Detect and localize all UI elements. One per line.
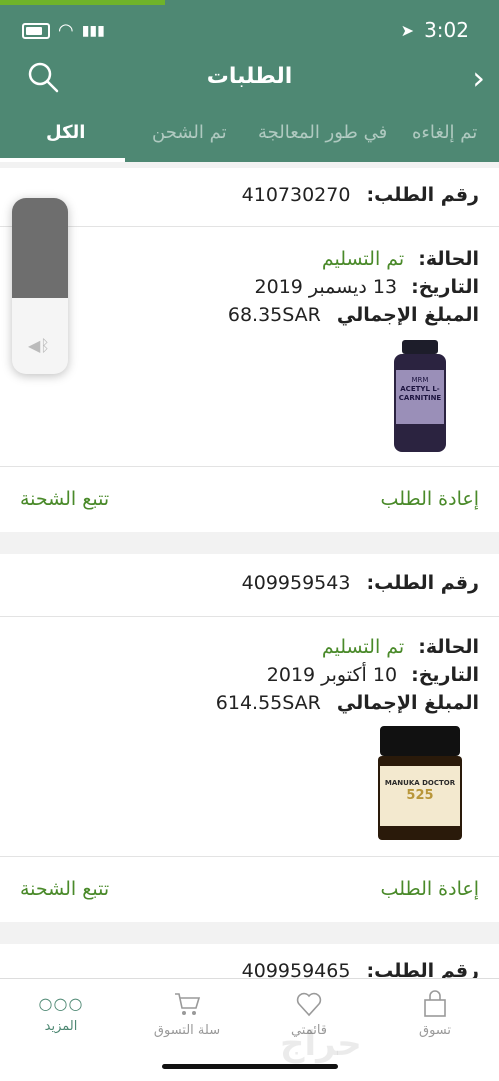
- order-card: رقم الطلب: 409959465: [0, 944, 499, 980]
- speaker-icon: ◀ᛒ: [28, 336, 50, 355]
- order-number-row: رقم الطلب: 409959465: [242, 960, 479, 980]
- reorder-button[interactable]: إعادة الطلب: [381, 488, 479, 510]
- order-status: تم التسليم: [321, 636, 405, 658]
- product-image[interactable]: MRM ACETYL L-CARNITINE: [392, 340, 448, 452]
- divider: [0, 856, 499, 857]
- watermark: حراج: [280, 1024, 362, 1064]
- product-grade: 525: [406, 788, 434, 803]
- nav-shop[interactable]: تسوق: [380, 989, 490, 1038]
- reorder-button[interactable]: إعادة الطلب: [381, 878, 479, 900]
- order-date-row: التاريخ: 10 أكتوبر 2019: [267, 664, 479, 686]
- order-total-row: المبلغ الإجمالي 614.55SAR: [216, 692, 479, 714]
- bag-icon: [424, 990, 446, 1017]
- order-number: 410730270: [241, 184, 351, 206]
- divider: [0, 466, 499, 467]
- product-image[interactable]: MANUKA DOCTOR 525: [378, 726, 462, 840]
- battery-icon: [22, 22, 50, 39]
- divider: [0, 226, 499, 227]
- product-name: ACETYL L-CARNITINE: [398, 385, 442, 402]
- active-tab-indicator: [0, 158, 125, 162]
- order-total: 614.55SAR: [215, 692, 321, 714]
- order-number-label: رقم الطلب:: [366, 572, 479, 594]
- clock: 3:02: [424, 18, 469, 42]
- nav-label: المزيد: [44, 1019, 78, 1034]
- status-label: الحالة:: [418, 248, 479, 270]
- order-status-row: الحالة: تم التسليم: [322, 248, 479, 270]
- order-card: رقم الطلب: 410730270 الحالة: تم التسليم …: [0, 168, 499, 532]
- order-number-label: رقم الطلب:: [366, 960, 479, 980]
- volume-indicator: ◀ᛒ: [12, 198, 68, 374]
- nav-cart[interactable]: سلة التسوق: [132, 989, 242, 1038]
- product-name: MANUKA DOCTOR: [384, 779, 456, 787]
- order-number-row: رقم الطلب: 409959543: [242, 572, 479, 594]
- nav-label: تسوق: [418, 1023, 452, 1038]
- order-date: 13 ديسمبر 2019: [254, 276, 398, 298]
- order-date-row: التاريخ: 13 ديسمبر 2019: [255, 276, 479, 298]
- order-total: 68.35SAR: [227, 304, 321, 326]
- date-label: التاريخ:: [411, 276, 479, 298]
- page-title: الطلبات: [206, 64, 293, 89]
- volume-level-fill: [12, 198, 68, 298]
- status-bar: ◠ ▮▮▮ ➤ 3:02: [0, 14, 499, 46]
- nav-more[interactable]: ○○○ المزيد: [6, 989, 116, 1034]
- order-number-label: رقم الطلب:: [366, 184, 479, 206]
- order-tabs: الكل تم الشحن في طور المعالجة تم إلغاءه: [0, 114, 499, 162]
- tab-all[interactable]: الكل: [46, 122, 85, 143]
- more-icon: ○○○: [38, 994, 84, 1013]
- order-number: 409959543: [241, 572, 351, 594]
- home-indicator: [162, 1064, 338, 1069]
- order-total-row: المبلغ الإجمالي 68.35SAR: [228, 304, 479, 326]
- back-chevron-icon[interactable]: ›: [472, 62, 485, 94]
- order-number-row: رقم الطلب: 410730270: [242, 184, 479, 206]
- wifi-icon: ◠: [58, 20, 74, 41]
- total-label: المبلغ الإجمالي: [336, 692, 479, 714]
- app-header: ◠ ▮▮▮ ➤ 3:02 الطلبات › الكل تم الشحن في …: [0, 0, 499, 162]
- tab-shipped[interactable]: تم الشحن: [152, 122, 227, 143]
- tab-cancelled[interactable]: تم إلغاءه: [412, 122, 477, 143]
- product-brand: MRM: [411, 376, 429, 384]
- divider: [0, 616, 499, 617]
- track-shipment-button[interactable]: تتبع الشحنة: [20, 488, 109, 510]
- order-card: رقم الطلب: 409959543 الحالة: تم التسليم …: [0, 554, 499, 922]
- order-date: 10 أكتوبر 2019: [266, 664, 398, 686]
- heart-icon: [296, 992, 322, 1017]
- tab-processing[interactable]: في طور المعالجة: [258, 122, 387, 143]
- order-number: 409959465: [241, 960, 351, 980]
- track-shipment-button[interactable]: تتبع الشحنة: [20, 878, 109, 900]
- order-status-row: الحالة: تم التسليم: [322, 636, 479, 658]
- signal-icon: ▮▮▮: [81, 22, 105, 39]
- loading-progress-bar: [0, 0, 165, 5]
- date-label: التاريخ:: [411, 664, 479, 686]
- nav-label: سلة التسوق: [153, 1023, 221, 1038]
- total-label: المبلغ الإجمالي: [336, 304, 479, 326]
- status-label: الحالة:: [418, 636, 479, 658]
- location-icon: ➤: [400, 20, 415, 40]
- order-status: تم التسليم: [321, 248, 405, 270]
- cart-icon: [175, 993, 201, 1015]
